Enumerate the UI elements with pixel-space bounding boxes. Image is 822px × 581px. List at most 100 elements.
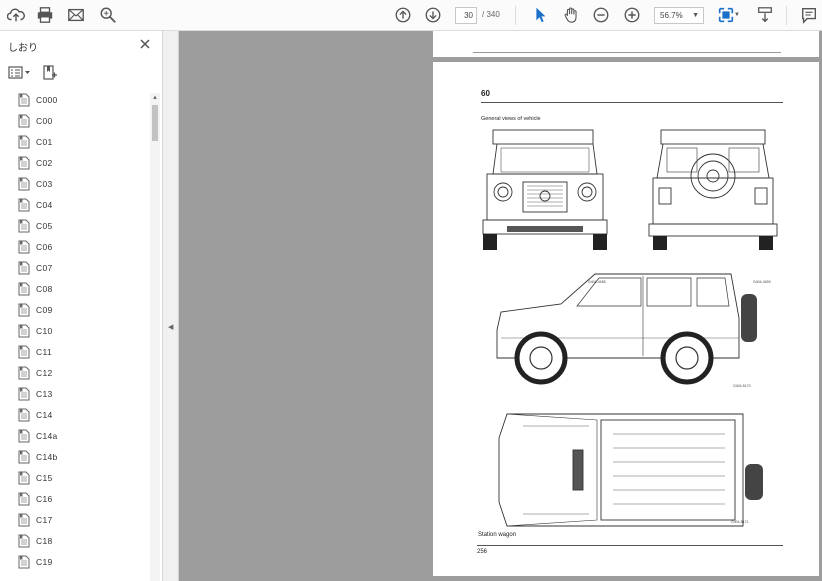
scroll-mode-icon[interactable] <box>753 4 777 26</box>
bookmark-label: C05 <box>36 221 53 231</box>
pdf-viewer-window: 30 / 340 56.7% ▼ ▼ しおり C000 C00 C01 C02 … <box>0 0 822 581</box>
cloud-upload-icon[interactable] <box>4 4 28 26</box>
bookmark-item[interactable]: C14b <box>18 448 146 466</box>
vehicle-side-view-drawing <box>496 273 757 385</box>
page-number-input[interactable]: 30 <box>455 7 477 24</box>
chevron-down-icon: ▼ <box>692 12 699 19</box>
bookmark-page-icon <box>18 114 30 128</box>
bookmark-label: C14b <box>36 452 58 462</box>
bookmark-label: C10 <box>36 326 53 336</box>
bookmark-label: C16 <box>36 494 53 504</box>
bookmark-page-icon <box>18 198 30 212</box>
bookmark-item[interactable]: C03 <box>18 175 146 193</box>
comment-icon[interactable] <box>797 4 821 26</box>
hand-icon[interactable] <box>559 4 583 26</box>
bookmark-page-icon <box>18 345 30 359</box>
bookmark-item[interactable]: C000 <box>18 91 146 109</box>
bookmark-label: C03 <box>36 179 53 189</box>
chevron-down-icon[interactable]: ▼ <box>731 4 743 26</box>
bookmark-label: C09 <box>36 305 53 315</box>
bookmark-item[interactable]: C18 <box>18 532 146 550</box>
bookmark-item[interactable]: C07 <box>18 259 146 277</box>
bookmark-page-icon <box>18 429 30 443</box>
page-number: 256 <box>477 549 488 555</box>
bookmark-item[interactable]: C10 <box>18 322 146 340</box>
bookmark-page-icon <box>18 387 30 401</box>
bookmark-item[interactable]: C14a <box>18 427 146 445</box>
bookmarks-panel: しおり C000 C00 C01 C02 C03 C04 C05 C06 C07 C08 C09 C1… <box>0 31 163 581</box>
bookmark-label: C14a <box>36 431 58 441</box>
bookmark-page-icon <box>18 261 30 275</box>
scroll-up-icon[interactable]: ▲ <box>151 93 159 103</box>
bookmark-item[interactable]: C15 <box>18 469 146 487</box>
bookmark-item[interactable]: C05 <box>18 217 146 235</box>
page-up-icon[interactable] <box>391 4 415 26</box>
bookmark-item[interactable]: C13 <box>18 385 146 403</box>
bookmark-label: C17 <box>36 515 53 525</box>
panel-title: しおり <box>8 43 38 54</box>
bookmark-page-icon <box>18 156 30 170</box>
bookmark-page-icon <box>18 93 30 107</box>
zoom-out-icon[interactable] <box>589 4 613 26</box>
bookmark-item[interactable]: C04 <box>18 196 146 214</box>
print-icon[interactable] <box>33 4 57 26</box>
bookmark-item[interactable]: C02 <box>18 154 146 172</box>
page-rule <box>473 52 781 53</box>
add-bookmark-icon[interactable] <box>42 65 66 81</box>
scrollbar-thumb[interactable] <box>152 105 158 141</box>
bookmark-item[interactable]: C16 <box>18 490 146 508</box>
bookmark-label: C14 <box>36 410 53 420</box>
bookmark-page-icon <box>18 324 30 338</box>
panel-splitter[interactable]: ◀ <box>163 31 179 581</box>
panel-toolbar <box>8 65 66 81</box>
bookmark-label: C13 <box>36 389 53 399</box>
figure-title: General views of vehicle <box>481 116 541 122</box>
bookmark-label: C08 <box>36 284 53 294</box>
page-total-label: / 340 <box>482 10 500 19</box>
bookmark-page-icon <box>18 492 30 506</box>
divider <box>515 6 516 25</box>
heading-rule <box>481 102 783 103</box>
bookmark-list: C000 C00 C01 C02 C03 C04 C05 C06 C07 C08 C09 C10 C11… <box>0 91 150 581</box>
bookmark-label: C02 <box>36 158 53 168</box>
search-icon[interactable] <box>96 4 120 26</box>
bookmark-item[interactable]: C14 <box>18 406 146 424</box>
bookmark-item[interactable]: C19 <box>18 553 146 571</box>
bookmark-page-icon <box>18 555 30 569</box>
zoom-select[interactable]: 56.7% ▼ <box>654 7 704 24</box>
bookmark-label: C18 <box>36 536 53 546</box>
document-page: 60 General views of vehicle G404-4458 G4… <box>433 62 819 576</box>
vehicle-top-view-drawing <box>498 413 763 527</box>
figure-footer: Station wagon <box>478 532 517 538</box>
bookmark-label: C12 <box>36 368 53 378</box>
bookmark-item[interactable]: C12 <box>18 364 146 382</box>
page-down-icon[interactable] <box>421 4 445 26</box>
bookmark-label: C00 <box>36 116 53 126</box>
bookmark-page-icon <box>18 534 30 548</box>
mail-icon[interactable] <box>64 4 88 26</box>
bookmark-item[interactable]: C06 <box>18 238 146 256</box>
bookmark-page-icon <box>18 471 30 485</box>
bookmark-item[interactable]: C17 <box>18 511 146 529</box>
options-menu-icon[interactable] <box>8 65 32 81</box>
zoom-in-icon[interactable] <box>620 4 644 26</box>
divider <box>786 6 787 25</box>
bookmark-page-icon <box>18 450 30 464</box>
close-icon[interactable] <box>138 37 152 51</box>
bookmark-page-icon <box>18 135 30 149</box>
select-arrow-icon[interactable] <box>528 4 552 26</box>
scrollbar[interactable]: ▲ <box>150 93 160 581</box>
zoom-value: 56.7% <box>660 11 683 20</box>
bookmark-item[interactable]: C08 <box>18 280 146 298</box>
bookmark-item[interactable]: C11 <box>18 343 146 361</box>
bookmark-page-icon <box>18 513 30 527</box>
document-view[interactable]: 60 General views of vehicle G404-4458 G4… <box>179 31 822 581</box>
bookmark-item[interactable]: C01 <box>18 133 146 151</box>
collapse-panel-icon[interactable]: ◀ <box>168 323 173 331</box>
bookmark-page-icon <box>18 303 30 317</box>
bookmark-label: C11 <box>36 347 52 357</box>
bookmark-label: C19 <box>36 557 53 567</box>
bookmark-item[interactable]: C00 <box>18 112 146 130</box>
previous-page <box>433 31 819 57</box>
bookmark-item[interactable]: C09 <box>18 301 146 319</box>
